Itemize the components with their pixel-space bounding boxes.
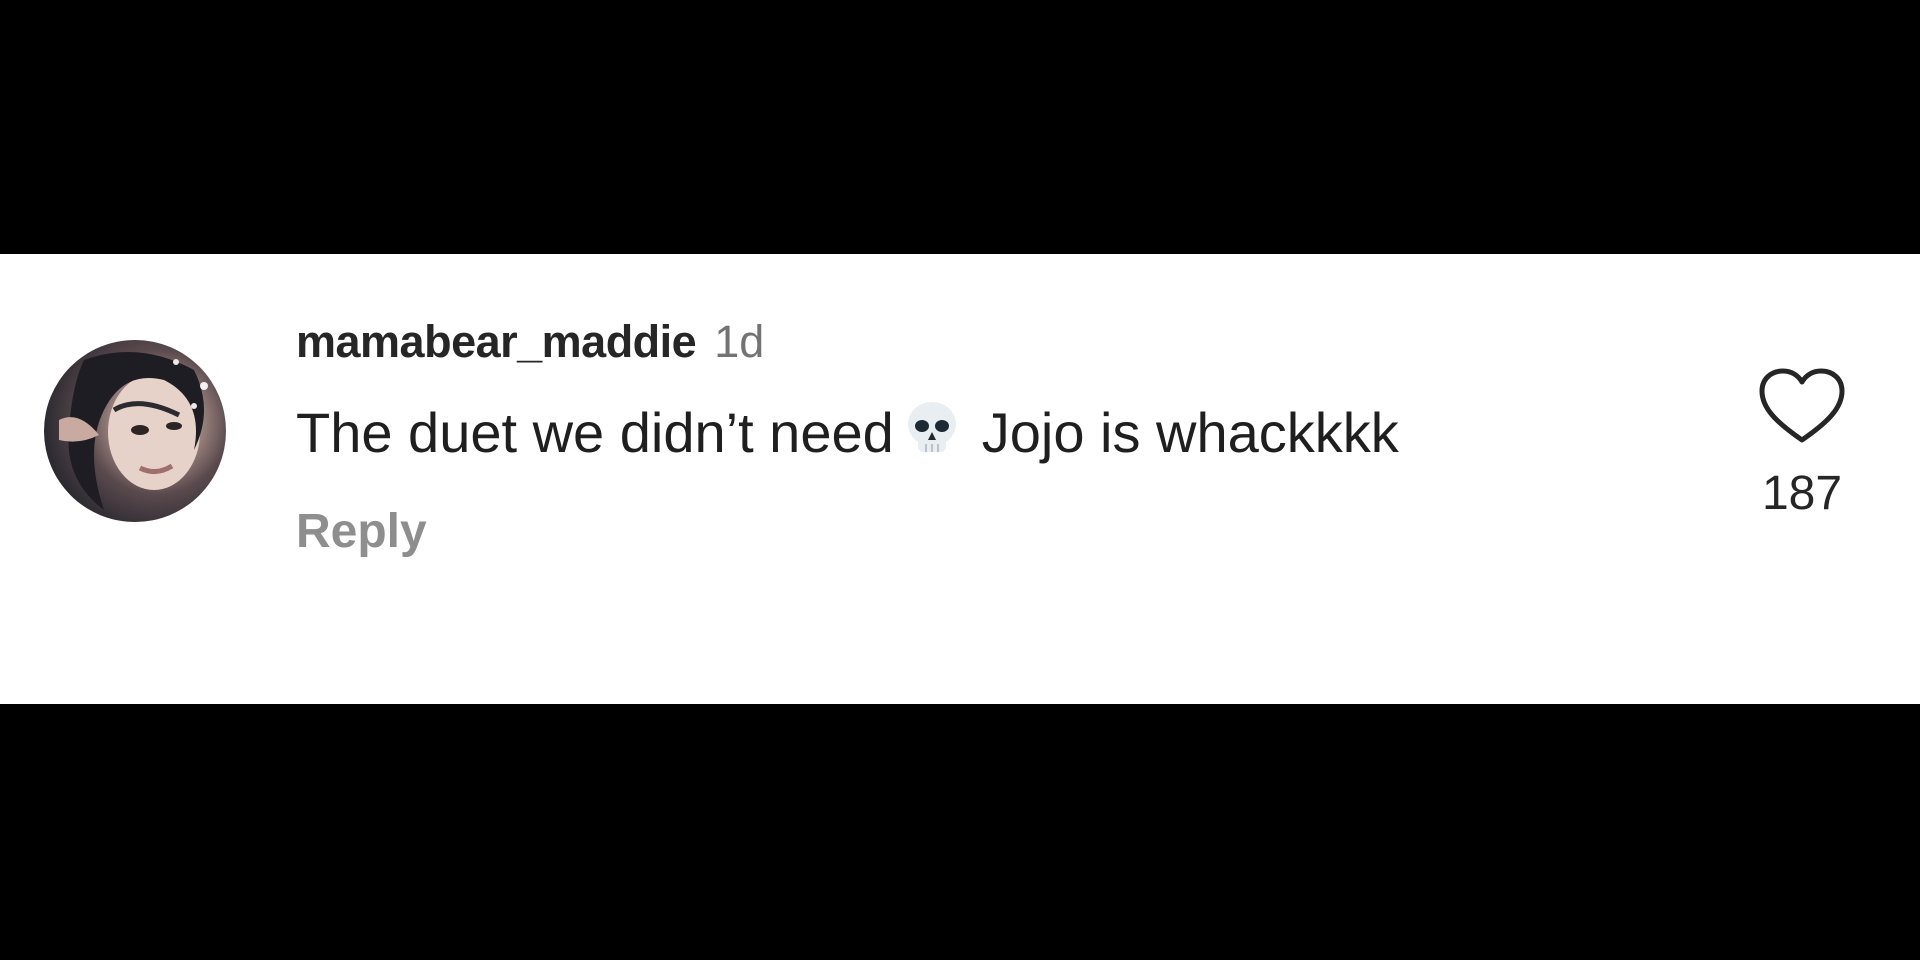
comment-text-after-emoji: Jojo is whackkkk xyxy=(981,401,1399,464)
like-count: 187 xyxy=(1761,467,1843,520)
comment-text: The duet we didn’t need Jojo is whackkkk xyxy=(296,392,1416,474)
comment-card: mamabear_maddie 1d The duet we didn’t ne… xyxy=(0,254,1920,704)
username-link[interactable]: mamabear_maddie xyxy=(296,316,697,368)
avatar-photo xyxy=(59,352,208,510)
skull-emoji-icon xyxy=(907,402,956,452)
comment-text-before-emoji: The duet we didn’t need xyxy=(296,401,894,464)
avatar[interactable] xyxy=(44,340,226,522)
heart-outline-icon[interactable] xyxy=(1756,366,1848,446)
comment-timestamp: 1d xyxy=(714,316,765,367)
comment-body: mamabear_maddie 1d The duet we didn’t ne… xyxy=(296,316,1596,559)
screenshot-frame: mamabear_maddie 1d The duet we didn’t ne… xyxy=(0,0,1920,960)
like-area: 187 xyxy=(1752,366,1852,521)
reply-button[interactable]: Reply xyxy=(296,504,1596,559)
comment-meta: mamabear_maddie 1d xyxy=(296,316,1596,376)
